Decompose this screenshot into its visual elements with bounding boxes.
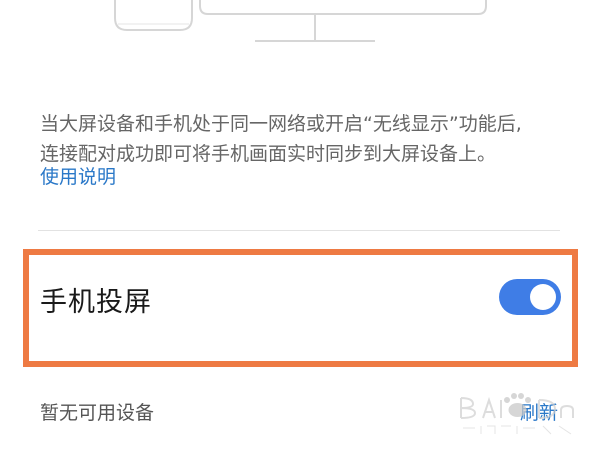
- description-line-2: 连接配对成功即可将手机画面实时同步到大屏设备上。: [40, 143, 497, 165]
- baidu-jingyan-watermark: [460, 393, 574, 435]
- toggle-knob: [530, 284, 556, 310]
- description-line-1: 当大屏设备和手机处于同一网络或开启“无线显示”功能后,: [40, 113, 522, 135]
- screen-cast-toggle[interactable]: [499, 279, 561, 315]
- screen-cast-label: 手机投屏: [40, 287, 152, 318]
- no-devices-label: 暂无可用设备: [40, 402, 155, 424]
- cast-description: 当大屏设备和手机处于同一网络或开启“无线显示”功能后, 连接配对成功即可将手机画…: [40, 109, 580, 169]
- section-divider: [38, 230, 560, 231]
- usage-instructions-link[interactable]: 使用说明: [40, 162, 116, 189]
- phone-and-monitor-illustration: [114, 0, 487, 42]
